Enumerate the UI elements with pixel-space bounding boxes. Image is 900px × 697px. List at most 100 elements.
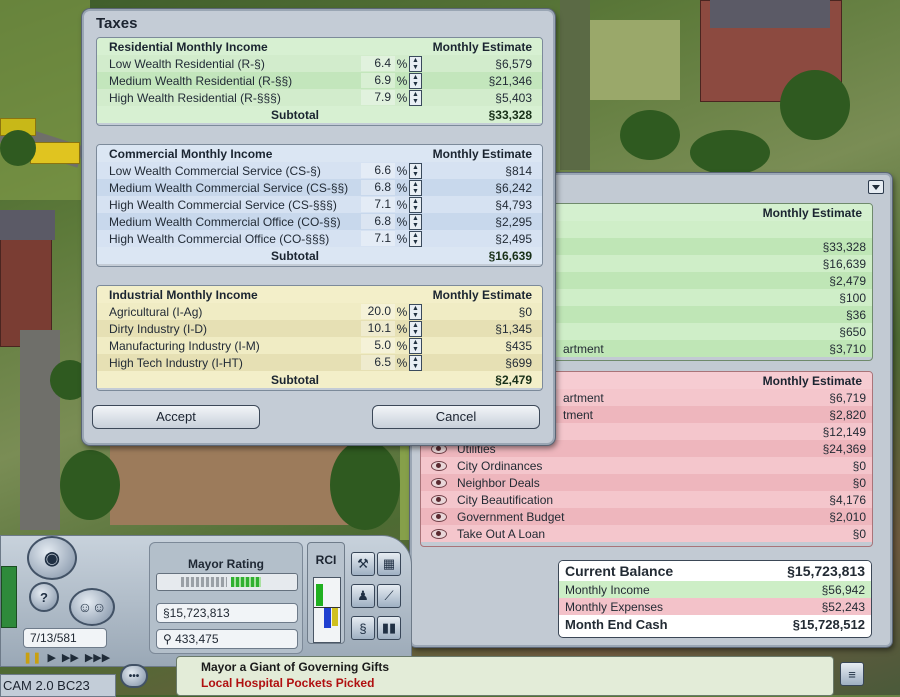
tax-rate-spinner[interactable]: ▲ ▼	[409, 337, 422, 354]
commercial-row-estimate: §2,295	[495, 214, 532, 229]
tax-rate-spinner[interactable]: ▲ ▼	[409, 179, 422, 196]
residential-tax-rate-field[interactable]: 7.9	[361, 90, 395, 105]
arrow-down-icon[interactable]: ▼	[410, 188, 421, 195]
collapse-button[interactable]	[868, 180, 884, 194]
advisors-button[interactable]: ☺☺	[69, 588, 115, 626]
cancel-button[interactable]: Cancel	[372, 405, 540, 429]
arrow-down-icon[interactable]: ▼	[410, 98, 421, 105]
chevron-down-icon	[872, 184, 880, 190]
arrow-down-icon[interactable]: ▼	[410, 363, 421, 370]
industrial-tax-rate-field[interactable]: 10.1	[361, 321, 395, 336]
arrow-up-icon[interactable]: ▲	[410, 322, 421, 329]
list-icon: ≡	[848, 666, 856, 682]
tax-rate-spinner[interactable]: ▲ ▼	[409, 303, 422, 320]
commercial-row: High Wealth Commercial Service (CS-§§§) 7…	[97, 196, 542, 213]
eye-icon[interactable]	[431, 477, 447, 488]
pause-icon[interactable]: ❚❚	[23, 651, 41, 665]
tax-rate-spinner[interactable]: ▲ ▼	[409, 55, 422, 72]
eye-icon[interactable]	[431, 460, 447, 471]
arrow-down-icon[interactable]: ▼	[410, 205, 421, 212]
arrow-down-icon[interactable]: ▼	[410, 171, 421, 178]
arrow-down-icon[interactable]: ▼	[410, 329, 421, 336]
expense-row: City Ordinances §0	[421, 457, 872, 474]
residential-tax-rate-field[interactable]: 6.4	[361, 56, 395, 71]
play-medium-icon[interactable]: ▶▶	[62, 651, 79, 665]
commercial-row: Medium Wealth Commercial Service (CS-§§)…	[97, 179, 542, 196]
month-end-cash-label: Month End Cash	[565, 617, 668, 632]
tax-rate-spinner[interactable]: ▲ ▼	[409, 230, 422, 247]
residential-header: Residential Monthly Income	[109, 39, 268, 54]
date-display: 7/13/581	[23, 628, 107, 648]
news-list-button[interactable]: ≡	[840, 662, 864, 686]
play-slow-icon[interactable]: ▶	[47, 651, 55, 665]
map-view-button[interactable]: ▦	[377, 552, 401, 576]
arrow-down-icon[interactable]: ▼	[410, 239, 421, 246]
tax-rate-spinner[interactable]: ▲ ▼	[409, 89, 422, 106]
arrow-down-icon[interactable]: ▼	[410, 222, 421, 229]
industrial-tax-rate-field[interactable]: 6.5	[361, 355, 395, 370]
budget-button[interactable]: §	[351, 616, 375, 640]
income-row-value: §3,710	[829, 341, 866, 356]
residential-row-name: Medium Wealth Residential (R-§§)	[109, 73, 293, 88]
arrow-up-icon[interactable]: ▲	[410, 91, 421, 98]
rci-industrial-bar	[332, 608, 338, 626]
arrow-up-icon[interactable]: ▲	[410, 74, 421, 81]
eye-icon[interactable]	[431, 443, 447, 454]
arrow-up-icon[interactable]: ▲	[410, 198, 421, 205]
expense-row-value: §6,719	[829, 390, 866, 405]
monthly-income-label: Monthly Income	[565, 582, 650, 597]
arrow-up-icon[interactable]: ▲	[410, 181, 421, 188]
residential-section: Residential Monthly Income Monthly Estim…	[96, 37, 543, 126]
commercial-tax-rate-field[interactable]: 6.8	[361, 214, 395, 229]
tax-rate-spinner[interactable]: ▲ ▼	[409, 354, 422, 371]
arrow-down-icon[interactable]: ▼	[410, 64, 421, 71]
mayor-rating-bar	[156, 573, 298, 591]
graphs-button[interactable]: ⟋	[377, 584, 401, 608]
ellipsis-icon: •••	[128, 670, 140, 682]
arrow-up-icon[interactable]: ▲	[410, 57, 421, 64]
menu-oval-button[interactable]: •••	[120, 664, 148, 688]
residential-row: Medium Wealth Residential (R-§§) 6.9% ▲ ▼ §2…	[97, 72, 542, 89]
arrow-up-icon[interactable]: ▲	[410, 215, 421, 222]
rci-commercial-bar	[324, 608, 331, 628]
arrow-up-icon[interactable]: ▲	[410, 356, 421, 363]
commercial-tax-rate-field[interactable]: 7.1	[361, 231, 395, 246]
advisor-tool-button[interactable]: ⚒	[351, 552, 375, 576]
tax-rate-spinner[interactable]: ▲ ▼	[409, 320, 422, 337]
industrial-tax-rate-field[interactable]: 5.0	[361, 338, 395, 353]
tax-rate-spinner[interactable]: ▲ ▼	[409, 213, 422, 230]
eye-icon[interactable]	[431, 528, 447, 539]
residential-tax-rate-field[interactable]: 6.9	[361, 73, 395, 88]
tax-rate-spinner[interactable]: ▲ ▼	[409, 196, 422, 213]
eye-icon[interactable]	[431, 511, 447, 522]
expense-row-label: Take Out A Loan	[457, 526, 546, 541]
expense-row-label: Neighbor Deals	[457, 475, 540, 490]
arrow-up-icon[interactable]: ▲	[410, 232, 421, 239]
commercial-tax-rate-field[interactable]: 6.6	[361, 163, 395, 178]
tax-rate-spinner[interactable]: ▲ ▼	[409, 162, 422, 179]
play-fast-icon[interactable]: ▶▶▶	[85, 651, 110, 665]
eye-icon[interactable]	[431, 494, 447, 505]
arrow-up-icon[interactable]: ▲	[410, 164, 421, 171]
arrow-down-icon[interactable]: ▼	[410, 346, 421, 353]
industrial-row-name: Dirty Industry (I-D)	[109, 321, 208, 336]
industrial-tax-rate-field[interactable]: 20.0	[361, 304, 395, 319]
residential-subtotal-label: Subtotal	[271, 107, 319, 122]
arrow-down-icon[interactable]: ▼	[410, 312, 421, 319]
commercial-tax-rate-field[interactable]: 7.1	[361, 197, 395, 212]
arrow-up-icon[interactable]: ▲	[410, 339, 421, 346]
commercial-tax-rate-field[interactable]: 6.8	[361, 180, 395, 195]
mayor-button[interactable]: ♟	[351, 584, 375, 608]
arrow-up-icon[interactable]: ▲	[410, 305, 421, 312]
percent-sign: %	[396, 197, 408, 212]
city-stats-button[interactable]: ▮▮	[377, 616, 401, 640]
build-tools-button[interactable]: ◉	[27, 536, 77, 580]
arrow-down-icon[interactable]: ▼	[410, 81, 421, 88]
industrial-row-name: Manufacturing Industry (I-M)	[109, 338, 260, 353]
income-estimate-header: Monthly Estimate	[762, 205, 862, 220]
tax-rate-spinner[interactable]: ▲ ▼	[409, 72, 422, 89]
rci-label: RCI	[315, 553, 337, 567]
help-button[interactable]: ?	[29, 582, 59, 612]
news-line-2: Local Hospital Pockets Picked	[201, 676, 375, 690]
accept-button[interactable]: Accept	[92, 405, 260, 429]
